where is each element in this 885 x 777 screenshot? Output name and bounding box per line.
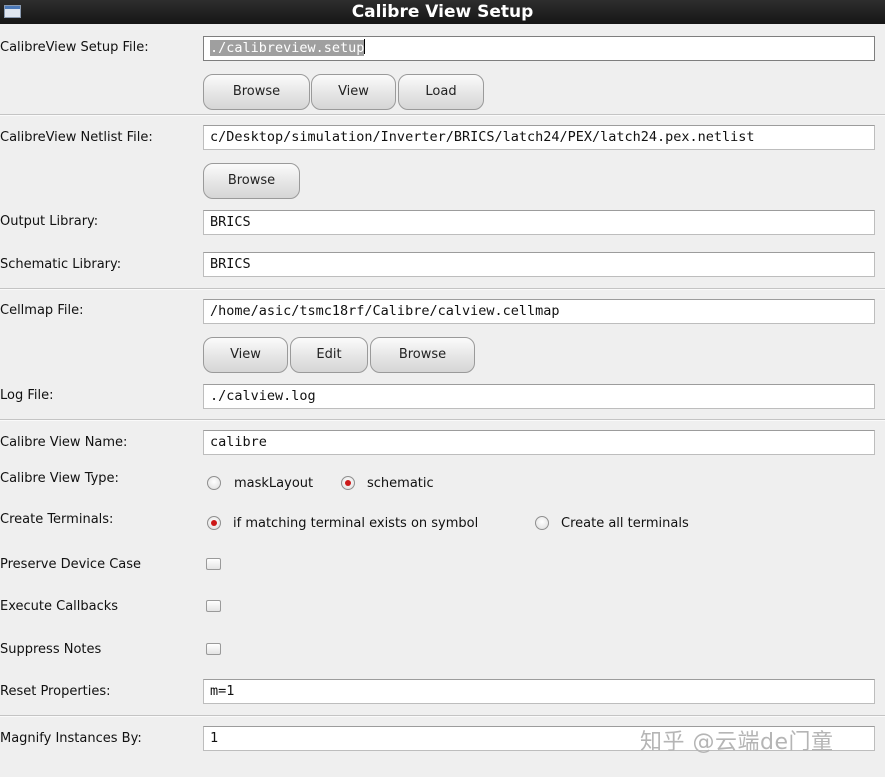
netlist-file-input[interactable]: c/Desktop/simulation/Inverter/BRICS/latc… xyxy=(203,125,875,150)
cellmap-edit-button[interactable]: Edit xyxy=(290,337,368,373)
cellmap-file-value: /home/asic/tsmc18rf/Calibre/calview.cell… xyxy=(210,303,560,319)
execute-callbacks-label: Execute Callbacks xyxy=(0,599,119,614)
netlist-browse-button[interactable]: Browse xyxy=(203,163,300,199)
reset-properties-input[interactable]: m=1 xyxy=(203,679,875,704)
watermark: 知乎 @云端de门童 xyxy=(640,730,834,755)
setup-file-value: ./calibreview.setup xyxy=(210,40,365,56)
terminals-if-matching-radio[interactable] xyxy=(207,516,221,530)
schematic-library-value: BRICS xyxy=(210,256,251,272)
view-name-input[interactable]: calibre xyxy=(203,430,875,455)
suppress-notes-checkbox[interactable] xyxy=(206,643,221,655)
separator xyxy=(0,114,885,116)
view-name-label: Calibre View Name: xyxy=(0,435,128,450)
preserve-device-case-checkbox[interactable] xyxy=(206,558,221,570)
reset-properties-value: m=1 xyxy=(210,683,235,699)
view-type-masklayout-label[interactable]: maskLayout xyxy=(234,476,313,491)
reset-properties-label: Reset Properties: xyxy=(0,684,111,699)
setup-browse-button[interactable]: Browse xyxy=(203,74,310,110)
view-type-schematic-label[interactable]: schematic xyxy=(367,476,434,491)
terminals-create-all-radio[interactable] xyxy=(535,516,549,530)
view-type-label: Calibre View Type: xyxy=(0,471,119,486)
window-titlebar: Calibre View Setup xyxy=(0,0,885,24)
magnify-instances-label: Magnify Instances By: xyxy=(0,731,142,746)
log-file-label: Log File: xyxy=(0,388,54,403)
terminals-create-all-label[interactable]: Create all terminals xyxy=(561,516,689,531)
output-library-label: Output Library: xyxy=(0,214,99,229)
log-file-value: ./calview.log xyxy=(210,388,316,404)
view-type-schematic-radio[interactable] xyxy=(341,476,355,490)
execute-callbacks-checkbox[interactable] xyxy=(206,600,221,612)
setup-view-button[interactable]: View xyxy=(311,74,396,110)
setup-file-input[interactable]: ./calibreview.setup xyxy=(203,36,875,61)
schematic-library-label: Schematic Library: xyxy=(0,257,122,272)
output-library-value: BRICS xyxy=(210,214,251,230)
schematic-library-input[interactable]: BRICS xyxy=(203,252,875,277)
text-caret xyxy=(364,39,366,54)
netlist-file-value: c/Desktop/simulation/Inverter/BRICS/latc… xyxy=(210,129,755,145)
cellmap-file-input[interactable]: /home/asic/tsmc18rf/Calibre/calview.cell… xyxy=(203,299,875,324)
view-name-value: calibre xyxy=(210,434,267,450)
netlist-file-label: CalibreView Netlist File: xyxy=(0,130,153,145)
cellmap-view-button[interactable]: View xyxy=(203,337,288,373)
log-file-input[interactable]: ./calview.log xyxy=(203,384,875,409)
separator xyxy=(0,288,885,290)
preserve-device-case-label: Preserve Device Case xyxy=(0,557,142,572)
separator xyxy=(0,715,885,717)
terminals-if-matching-label[interactable]: if matching terminal exists on symbol xyxy=(233,516,478,531)
create-terminals-label: Create Terminals: xyxy=(0,512,114,527)
setup-load-button[interactable]: Load xyxy=(398,74,484,110)
separator xyxy=(0,419,885,421)
window-title: Calibre View Setup xyxy=(351,2,534,22)
window-menu-icon[interactable] xyxy=(4,5,21,18)
setup-file-label: CalibreView Setup File: xyxy=(0,40,149,55)
output-library-input[interactable]: BRICS xyxy=(203,210,875,235)
cellmap-browse-button[interactable]: Browse xyxy=(370,337,475,373)
cellmap-file-label: Cellmap File: xyxy=(0,303,84,318)
suppress-notes-label: Suppress Notes xyxy=(0,642,102,657)
view-type-masklayout-radio[interactable] xyxy=(207,476,221,490)
magnify-instances-value: 1 xyxy=(210,730,219,746)
